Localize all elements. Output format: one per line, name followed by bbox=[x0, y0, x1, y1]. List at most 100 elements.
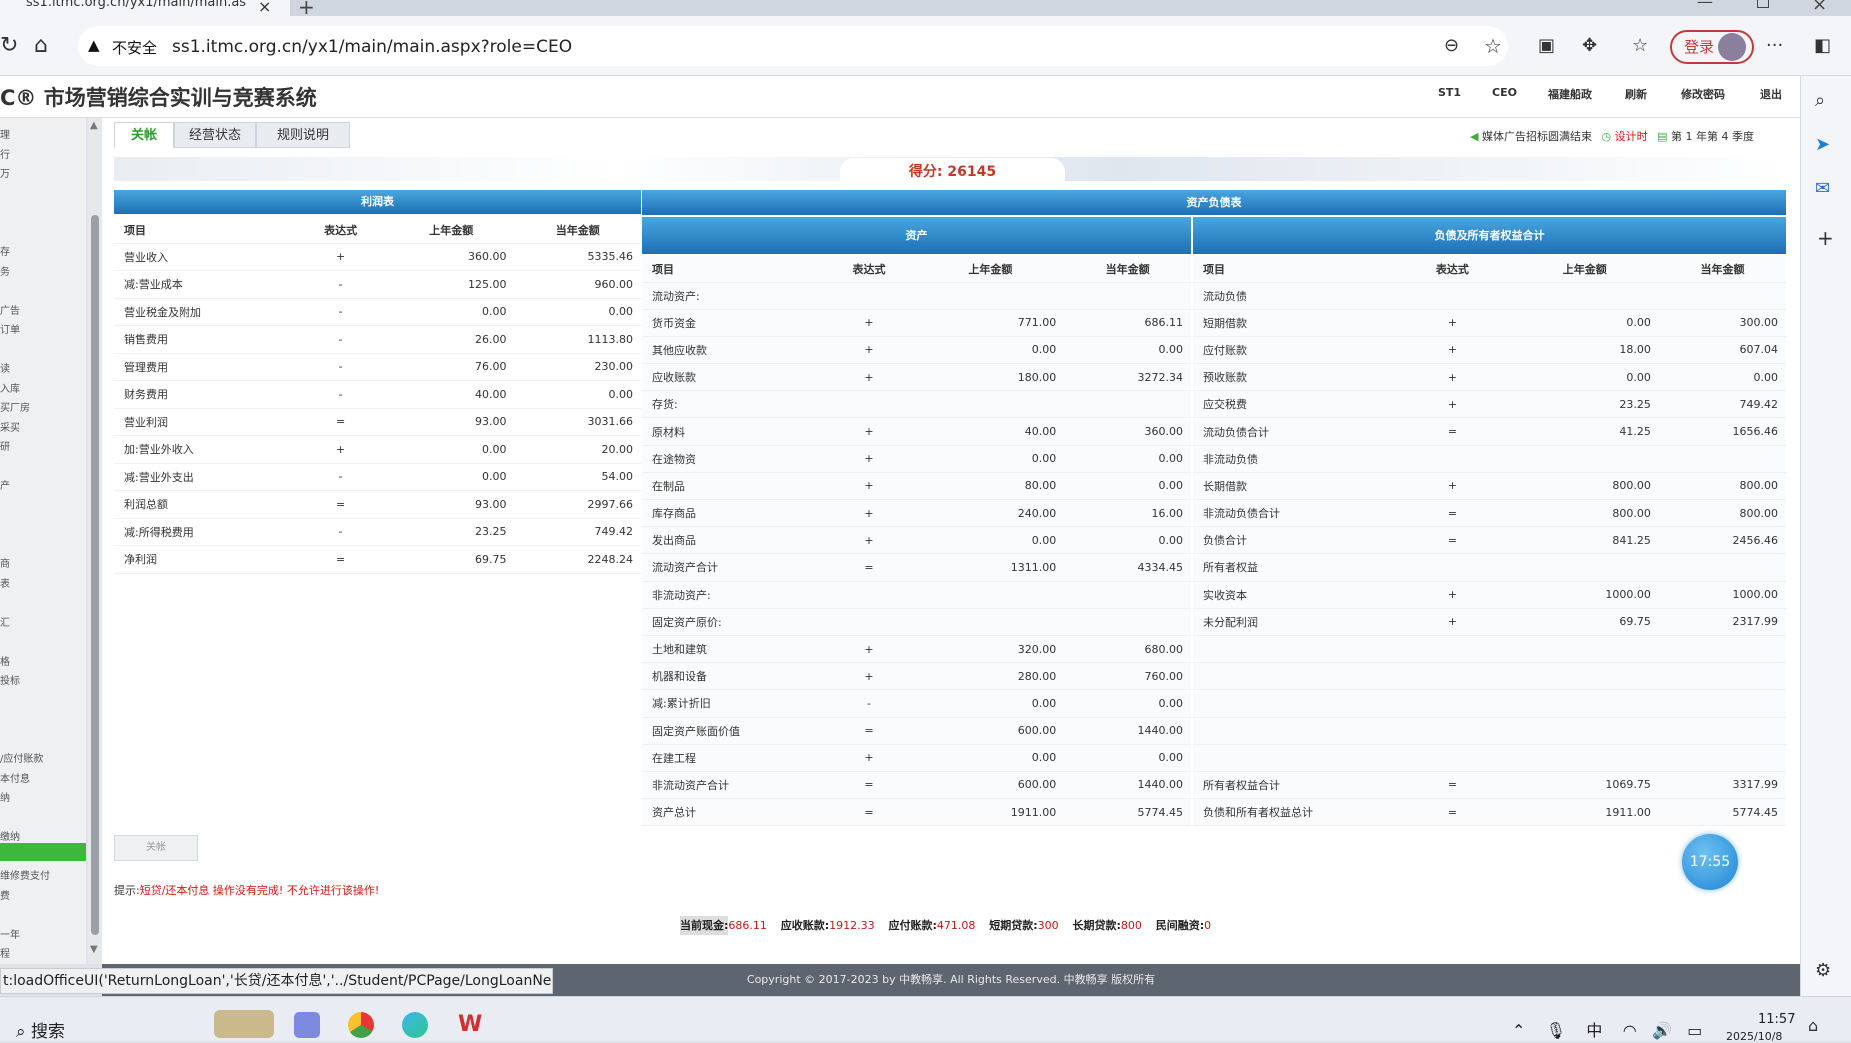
zoom-icon[interactable]: ⊖ bbox=[1444, 16, 1459, 76]
nav-logout[interactable]: 退出 bbox=[1760, 86, 1782, 102]
sidebar-item[interactable]: 汇 bbox=[0, 614, 10, 629]
browser-tab[interactable]: ss1.itmc.org.cn/yx1/main/main.as bbox=[0, 0, 290, 16]
table-cell: 0.00 bbox=[514, 380, 641, 409]
table-cell: 686.11 bbox=[1064, 309, 1191, 337]
nav-refresh[interactable]: 刷新 bbox=[1625, 86, 1647, 102]
window-close-icon[interactable]: × bbox=[1812, 0, 1827, 15]
minimize-icon[interactable]: — bbox=[1697, 0, 1713, 11]
table-cell: 原材料 bbox=[642, 417, 822, 446]
table-cell: 1311.00 bbox=[916, 553, 1065, 582]
tab-rules[interactable]: 规则说明 bbox=[256, 122, 350, 148]
security-label[interactable]: 不安全 bbox=[112, 37, 157, 58]
wps-icon[interactable]: W bbox=[458, 1012, 482, 1037]
profile-avatar[interactable] bbox=[1718, 33, 1746, 61]
table-cell: 流动资产: bbox=[642, 282, 822, 310]
sidebar-item[interactable]: 格 bbox=[0, 653, 10, 668]
table-row: 库存商品 +240.00 16.00 bbox=[642, 499, 1191, 528]
url-text[interactable]: ss1.itmc.org.cn/yx1/main/main.aspx?role=… bbox=[172, 37, 572, 57]
table-row: 净利润 = 69.75 2248.24 bbox=[114, 545, 641, 574]
sidebar-item[interactable]: 广告 bbox=[0, 302, 20, 317]
chrome-icon[interactable] bbox=[348, 1012, 374, 1038]
sidebar-item[interactable]: 入库 bbox=[0, 380, 20, 395]
sidebar-item[interactable]: 程 bbox=[0, 945, 10, 960]
nav-change-password[interactable]: 修改密码 bbox=[1681, 86, 1725, 102]
send-icon[interactable]: ➤ bbox=[1815, 134, 1830, 155]
sidebar-item[interactable]: 万 bbox=[0, 165, 10, 180]
sidebar-item[interactable]: 行 bbox=[0, 146, 10, 161]
sidebar-item[interactable]: 买厂房 bbox=[0, 399, 30, 414]
table-cell: - bbox=[293, 518, 389, 546]
sidebar-item[interactable]: 读 bbox=[0, 360, 10, 375]
puzzle-icon[interactable]: ✥ bbox=[1582, 16, 1597, 76]
sidebar-item[interactable]: 投标 bbox=[0, 672, 20, 687]
sidebar-item[interactable]: 维修费支付 bbox=[0, 867, 50, 882]
home-icon[interactable]: ⌂ bbox=[34, 16, 48, 76]
reload-icon[interactable]: ↻ bbox=[0, 16, 18, 76]
sidebar-item[interactable]: 纳 bbox=[0, 789, 10, 804]
sidebar-item[interactable]: 存 bbox=[0, 243, 10, 258]
sidebar-item[interactable]: 采买 bbox=[0, 419, 20, 434]
sidebar-item[interactable]: 本付息 bbox=[0, 770, 30, 785]
notification-icon[interactable]: ⌂ bbox=[1808, 1016, 1818, 1035]
more-icon[interactable]: ··· bbox=[1766, 16, 1783, 76]
favorite-star-icon[interactable]: ☆ bbox=[1484, 16, 1502, 76]
table-row: 利润总额 = 93.00 2997.66 bbox=[114, 490, 641, 519]
taskbar-date[interactable]: 2025/10/8 bbox=[1726, 1030, 1782, 1043]
warning-icon[interactable]: ▲ bbox=[88, 36, 100, 54]
table-cell: 财务费用 bbox=[114, 380, 294, 409]
sidebar-item[interactable]: 表 bbox=[0, 575, 10, 590]
outlook-icon[interactable]: ✉ bbox=[1815, 178, 1830, 199]
widgets-icon[interactable] bbox=[214, 1010, 274, 1038]
sidebar-item[interactable]: /应付账款 bbox=[0, 750, 43, 765]
extension-icon[interactable]: ▣ bbox=[1538, 16, 1555, 76]
table-cell: 减:累计折旧 bbox=[642, 689, 822, 718]
table-cell bbox=[1658, 282, 1786, 310]
taskbar-search[interactable]: ⌕ 搜索 bbox=[16, 1017, 65, 1042]
sidebar-active-item[interactable] bbox=[0, 843, 86, 861]
sidebar-item[interactable]: 理 bbox=[0, 126, 10, 141]
close-tab-icon[interactable]: × bbox=[258, 0, 271, 16]
close-accounts-button[interactable]: 关帐 bbox=[114, 835, 198, 861]
search-icon[interactable]: ⌕ bbox=[1815, 90, 1825, 111]
nav-company[interactable]: 福建船政 bbox=[1548, 86, 1592, 102]
sidebar-item[interactable]: 订单 bbox=[0, 321, 20, 336]
scroll-down-icon[interactable]: ▼ bbox=[90, 944, 98, 955]
taskbar-time[interactable]: 11:57 bbox=[1758, 1012, 1795, 1027]
scroll-thumb[interactable] bbox=[91, 215, 99, 935]
table-row: 短期借款 +0.00 300.00 bbox=[1193, 309, 1786, 337]
favorites-icon[interactable]: ☆ bbox=[1632, 16, 1648, 76]
table-row: 营业税金及附加 -0.00 0.00 bbox=[114, 298, 641, 326]
table-cell: = bbox=[1394, 499, 1511, 528]
scroll-up-icon[interactable]: ▲ bbox=[90, 120, 98, 131]
sidebar-item[interactable]: 缴纳 bbox=[0, 828, 20, 843]
settings-gear-icon[interactable]: ⚙ bbox=[1815, 960, 1831, 981]
table-cell: 41.25 bbox=[1510, 417, 1659, 446]
table-cell: 应付账款 bbox=[1193, 336, 1395, 365]
table-row: 未分配利润 +69.75 2317.99 bbox=[1193, 608, 1786, 636]
table-cell: 23.25 bbox=[388, 518, 515, 546]
table-row: 负债合计 = 841.25 2456.46 bbox=[1193, 526, 1786, 555]
add-icon[interactable]: + bbox=[1817, 226, 1834, 250]
tab-close-accounts[interactable]: 关帐 bbox=[114, 122, 174, 148]
table-cell: 减:营业成本 bbox=[114, 270, 294, 299]
table-row: 营业收入 +360.00 5335.46 bbox=[114, 243, 641, 271]
table-cell: = bbox=[293, 490, 389, 519]
sidebar-item[interactable]: 一年 bbox=[0, 926, 20, 941]
table-row bbox=[1193, 635, 1786, 664]
floating-clock-widget[interactable]: 17:55 bbox=[1682, 834, 1738, 890]
table-cell: + bbox=[1394, 390, 1511, 419]
sidebar-item[interactable]: 产 bbox=[0, 477, 10, 492]
sidebar-item[interactable]: 务 bbox=[0, 263, 10, 278]
edge-icon[interactable] bbox=[402, 1012, 428, 1038]
system-tray[interactable]: ⌃ 🎙 中 ◠ 🔊 ▭ bbox=[1512, 1017, 1702, 1041]
nav-user[interactable]: ST1 bbox=[1438, 86, 1461, 99]
sidebar-item[interactable]: 商 bbox=[0, 555, 10, 570]
sidebar-item[interactable]: 研 bbox=[0, 438, 10, 453]
maximize-icon[interactable] bbox=[1757, 0, 1769, 8]
sidebar-toggle-icon[interactable]: ◧ bbox=[1814, 16, 1831, 76]
tab-business-status[interactable]: 经营状态 bbox=[174, 122, 256, 148]
sidebar-item[interactable]: 费 bbox=[0, 887, 10, 902]
table-cell: 1069.75 bbox=[1510, 771, 1659, 800]
nav-role[interactable]: CEO bbox=[1492, 86, 1517, 99]
app-icon[interactable] bbox=[294, 1012, 320, 1038]
